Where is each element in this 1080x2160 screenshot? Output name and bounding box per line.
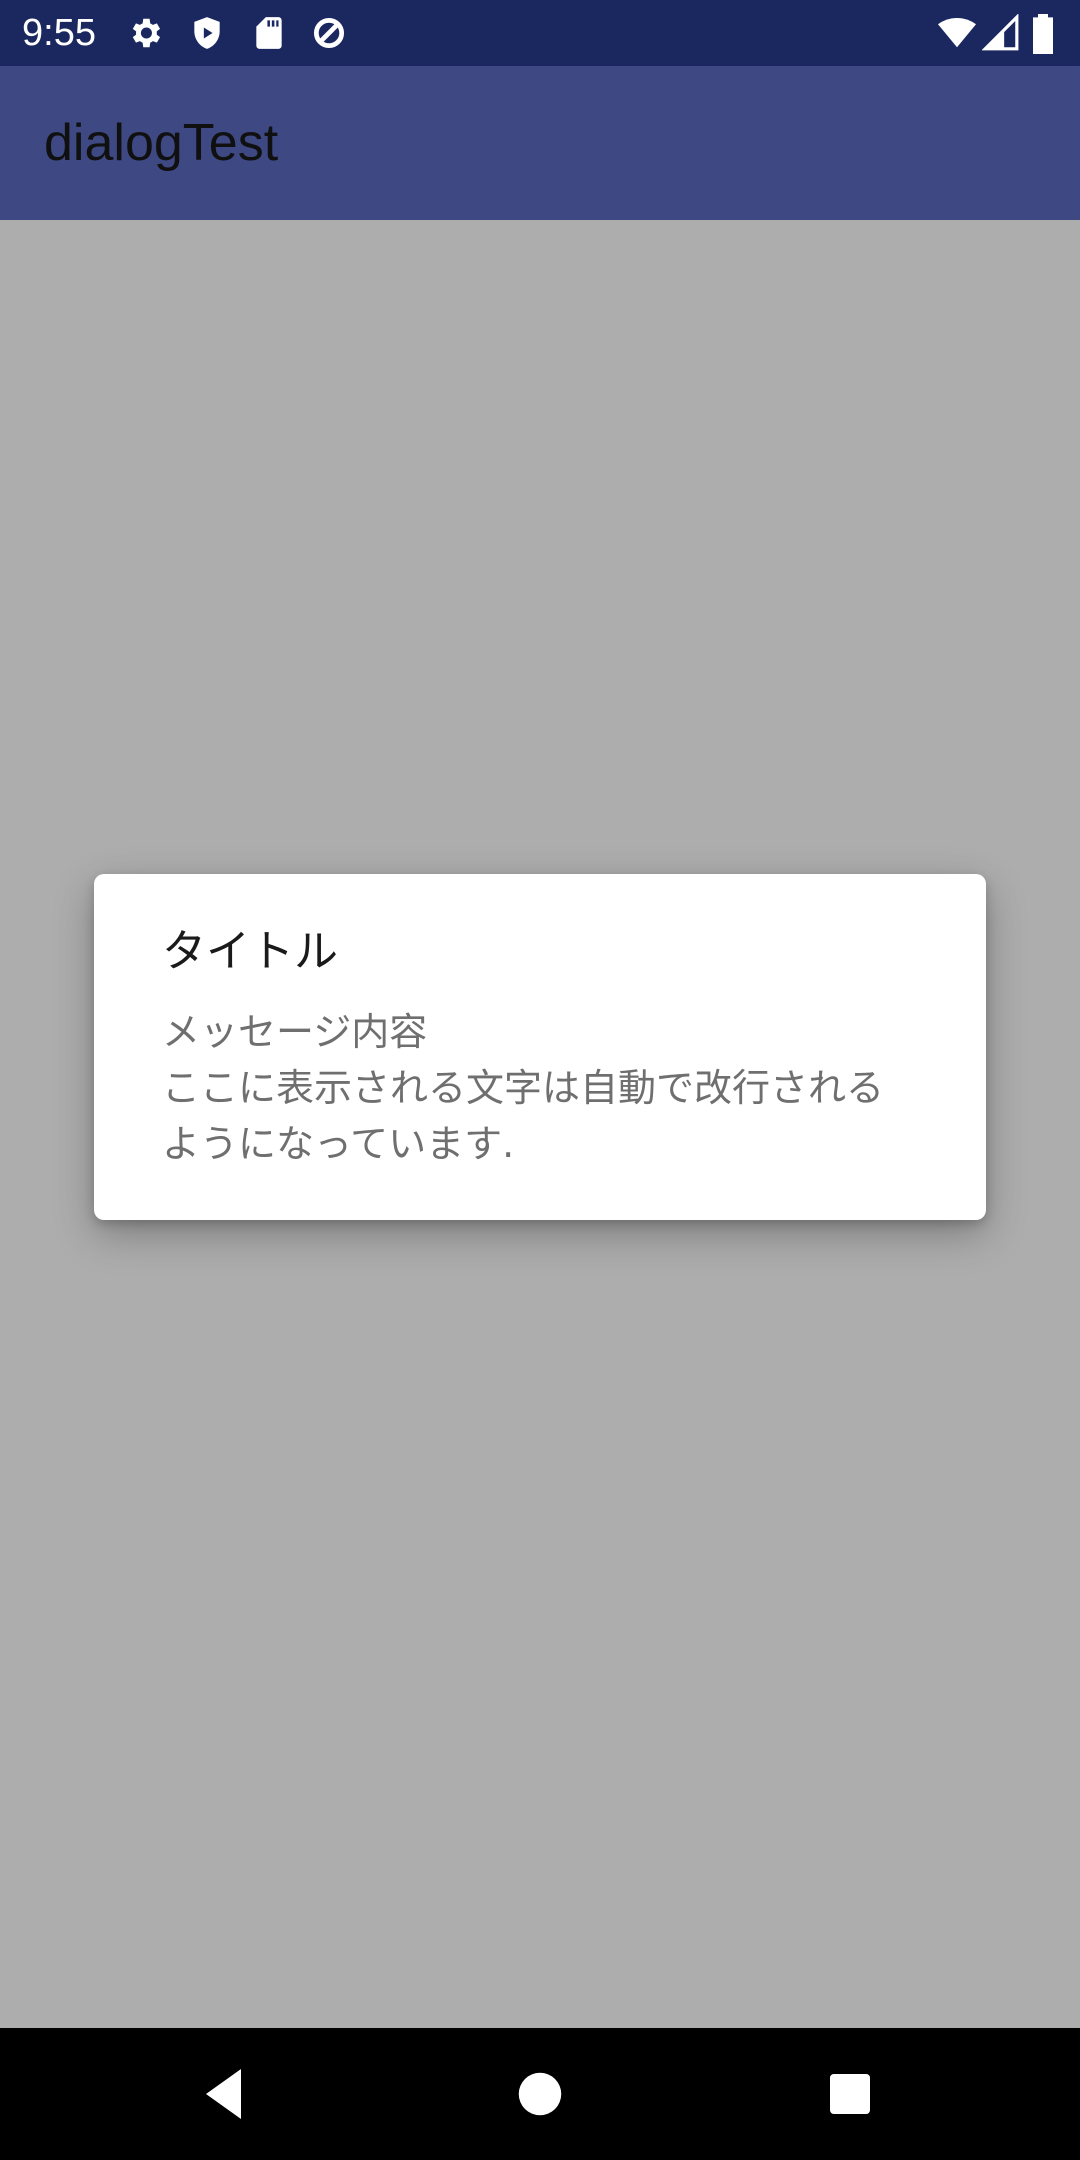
navigation-bar (0, 2028, 1080, 2160)
alert-dialog: タイトル メッセージ内容 ここに表示される文字は自動で改行される ようになってい… (94, 874, 986, 1220)
wifi-icon (936, 14, 978, 52)
battery-icon (1030, 14, 1056, 54)
back-icon[interactable] (196, 2064, 256, 2124)
settings-icon (126, 14, 164, 52)
data-saver-icon (310, 14, 348, 52)
home-icon[interactable] (510, 2064, 570, 2124)
screen: 9:55 dialogTest タイトル メッセージ内容 ここに表示される文字は… (0, 0, 1080, 2160)
app-title: dialogTest (44, 114, 279, 172)
cellular-signal-icon (982, 14, 1020, 52)
shield-play-icon (188, 14, 226, 52)
sd-card-icon (250, 14, 288, 52)
dialog-message: メッセージ内容 ここに表示される文字は自動で改行される ようになっています. (162, 1010, 885, 1166)
app-bar: dialogTest (0, 66, 1080, 220)
recents-icon[interactable] (820, 2064, 880, 2124)
status-time: 9:55 (22, 12, 96, 54)
dialog-title: タイトル (162, 926, 338, 977)
status-bar: 9:55 (0, 0, 1080, 66)
